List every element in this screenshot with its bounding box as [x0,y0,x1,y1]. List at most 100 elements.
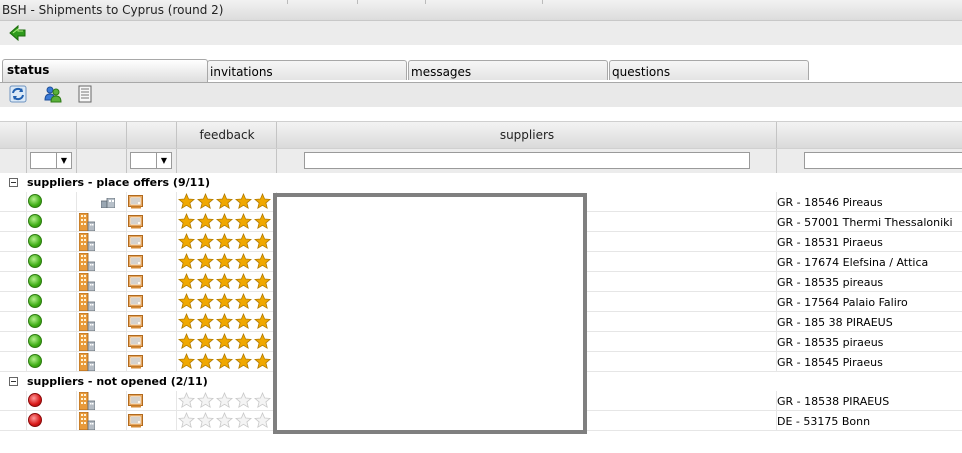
column-divider [26,232,27,252]
column-divider [76,292,77,312]
offer-document-icon[interactable] [128,295,144,309]
star-filled-icon [197,333,214,350]
company-building-icon[interactable] [79,253,95,271]
company-building-icon[interactable] [79,293,95,311]
column-divider [126,192,127,212]
company-small-icon[interactable] [101,198,115,208]
offer-filter-combo[interactable]: ▼ [130,152,172,169]
supplier-location: GR - 18538 PIRAEUS [777,395,890,408]
column-divider [176,352,177,372]
group-label: suppliers - not opened (2/11) [27,375,208,388]
star-filled-icon [216,253,233,270]
refresh-icon[interactable] [9,85,27,103]
column-divider [26,212,27,232]
tab-invitations[interactable]: invitations [207,60,407,80]
column-header-type[interactable] [76,122,127,149]
offer-document-icon[interactable] [128,235,144,249]
supplier-location: GR - 57001 Thermi Thessaloniki [777,216,953,229]
star-filled-icon [197,213,214,230]
star-filled-icon [216,193,233,210]
rating-stars [178,313,273,330]
tab-messages[interactable]: messages [408,60,608,80]
filter-cell-offer: ▼ [126,149,177,173]
titlebar-divider [425,0,426,4]
top-toolbar [0,21,962,45]
column-divider [76,352,77,372]
offer-document-icon[interactable] [128,394,144,408]
star-filled-icon [254,193,271,210]
offer-document-icon[interactable] [128,335,144,349]
star-filled-icon [235,333,252,350]
column-divider [176,192,177,212]
star-filled-icon [254,333,271,350]
star-filled-icon [235,293,252,310]
company-building-icon[interactable] [79,412,95,430]
offer-document-icon[interactable] [128,414,144,428]
chevron-down-icon[interactable]: ▼ [156,153,171,168]
star-filled-icon [235,273,252,290]
column-divider [126,292,127,312]
column-header-suppliers[interactable]: suppliers [276,122,777,149]
star-filled-icon [235,253,252,270]
star-filled-icon [178,273,195,290]
company-building-icon[interactable] [79,333,95,351]
column-divider [76,391,77,411]
column-divider [76,232,77,252]
offer-document-icon[interactable] [128,315,144,329]
supplier-location: GR - 17564 Palaio Faliro [777,296,908,309]
company-building-icon[interactable] [79,213,95,231]
status-green-icon [28,234,42,248]
users-icon[interactable] [44,85,62,103]
chevron-down-icon[interactable]: ▼ [56,153,71,168]
offer-document-icon[interactable] [128,255,144,269]
overlay-panel [273,193,587,434]
suppliers-filter-input[interactable] [304,152,750,169]
column-divider [76,212,77,232]
company-building-icon[interactable] [79,313,95,331]
company-building-icon[interactable] [79,273,95,291]
supplier-location: GR - 18531 Piraeus [777,236,883,249]
column-divider [126,411,127,431]
document-list-icon[interactable] [76,85,94,103]
column-header-location[interactable] [776,122,962,149]
filter-cell-type [76,149,127,173]
column-divider [126,212,127,232]
star-filled-icon [254,293,271,310]
back-arrow-icon[interactable] [9,24,27,42]
offer-document-icon[interactable] [128,355,144,369]
titlebar-divider [287,0,288,4]
column-divider [126,272,127,292]
status-filter-combo[interactable]: ▼ [30,152,72,169]
tab-status[interactable]: status [2,59,208,82]
column-divider [176,232,177,252]
column-divider [26,252,27,272]
star-filled-icon [216,233,233,250]
rating-stars [178,253,273,270]
offer-document-icon[interactable] [128,215,144,229]
location-filter-input[interactable] [804,152,962,169]
column-divider [126,332,127,352]
column-header-feedback[interactable]: feedback [176,122,277,149]
rating-stars [178,213,273,230]
offer-document-icon[interactable] [128,275,144,289]
column-divider [76,192,77,212]
titlebar-divider [357,0,358,4]
collapse-toggle-icon[interactable] [9,377,18,386]
column-header-offer[interactable] [126,122,177,149]
column-header-status[interactable] [26,122,77,149]
star-filled-icon [254,353,271,370]
tab-toolbar [0,83,962,107]
offer-document-icon[interactable] [128,195,144,209]
column-divider [26,272,27,292]
company-building-icon[interactable] [79,353,95,371]
company-building-icon[interactable] [79,233,95,251]
star-filled-icon [235,213,252,230]
collapse-toggle-icon[interactable] [9,178,18,187]
company-building-icon[interactable] [79,392,95,410]
tab-questions[interactable]: questions [609,60,809,80]
column-divider [176,272,177,292]
star-filled-icon [197,293,214,310]
column-divider [176,332,177,352]
filter-cell-suppliers [276,149,777,173]
supplier-location: GR - 18545 Piraeus [777,356,883,369]
